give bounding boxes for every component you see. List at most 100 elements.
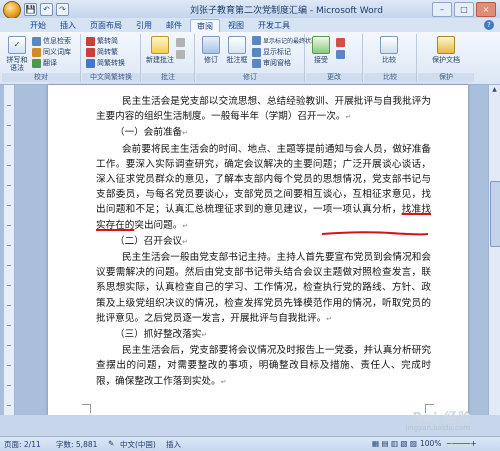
paragraph-text: 民主生活会是党支部以交流思想、总结经验教训、开展批评与自我批评为主要内容的组织生… [96, 96, 431, 123]
language-indicator[interactable]: 中文(中国) [120, 439, 156, 450]
paragraph-text: 会前要将民主生活会的时间、地点、主题等提前通知与会人员，做好准备工作。要深入实际… [96, 143, 431, 216]
tab-insert[interactable]: 插入 [54, 19, 82, 33]
compare-label: 比较 [382, 56, 396, 64]
paragraph: 会前要将民主生活会的时间、地点、主题等提前通知与会人员，做好准备工作。要深入实际… [96, 143, 432, 231]
maximize-button[interactable]: □ [454, 2, 474, 17]
group-protect: 保护文档 保护 [418, 34, 474, 82]
paragraph: 民主生活会一般由党支部书记主持。主持人首先要宣布党员到会情况和会议要需解决的问题… [96, 252, 431, 324]
translate-button[interactable]: 翻译 [32, 58, 57, 68]
status-bar: 页面: 2/11 字数: 5,881 ✎ 中文(中国) 插入 ▦ ▤ ▥ ▧ ▨… [0, 436, 500, 451]
reviewing-pane-button[interactable]: 审阅窗格 [252, 58, 291, 68]
close-button[interactable]: × [476, 2, 496, 17]
title-bar: 💾 ↶ ↷ 刘张子教育第二次党制度汇编 - Microsoft Word – □… [0, 0, 500, 19]
redo-icon[interactable]: ↷ [56, 3, 69, 16]
heading: （一）会前准备↵ [115, 127, 189, 139]
delete-comment-button[interactable] [176, 38, 185, 47]
accept-label: 接受 [314, 56, 328, 64]
vertical-ruler [4, 85, 15, 415]
balloons-button[interactable]: 批注框 [224, 36, 250, 64]
reject-button[interactable] [336, 38, 345, 47]
proofing-status-icon[interactable]: ✎ [108, 439, 114, 448]
vertical-scrollbar[interactable]: ▲ [488, 85, 500, 415]
group-label-proofing: 校对 [2, 73, 80, 82]
prev-comment-icon [176, 50, 185, 59]
group-label-tracking: 修订 [196, 73, 304, 82]
tab-page-layout[interactable]: 页面布局 [84, 19, 128, 33]
heading-text: （三）抓好整改落实 [115, 329, 202, 341]
thesaurus-icon [32, 47, 41, 57]
translate-icon [32, 58, 41, 68]
word-count[interactable]: 字数: 5,881 [56, 439, 97, 450]
quick-access-toolbar: 💾 ↶ ↷ [24, 3, 69, 16]
group-label-changes: 更改 [306, 73, 362, 82]
tab-view[interactable]: 视图 [222, 19, 250, 33]
undo-icon[interactable]: ↶ [40, 3, 53, 16]
simp-to-trad-button[interactable]: 简转繁 [86, 47, 118, 57]
reject-icon [336, 38, 345, 47]
scroll-thumb[interactable] [490, 181, 500, 247]
group-tracking: 修订 批注框 显示标记的最终状态 显示标记 审阅窗格 修订 [196, 34, 317, 82]
zoom-slider[interactable]: −────+ [446, 439, 477, 448]
heading-text: （二）召开会议 [115, 235, 183, 247]
window-title: 刘张子教育第二次党制度汇编 - Microsoft Word [190, 6, 383, 16]
paragraph-text-end: 突出问题。 [134, 219, 183, 231]
paragraph: 民主生活会是党支部以交流思想、总结经验教训、开展批评与自我批评为主要内容的组织生… [96, 96, 431, 123]
thesaurus-label: 同义词库 [43, 48, 71, 56]
abc-check-icon: ✓ [8, 36, 26, 54]
insert-mode[interactable]: 插入 [166, 439, 181, 450]
reviewing-pane-icon [252, 58, 261, 68]
tab-references[interactable]: 引用 [130, 19, 158, 33]
chinese-convert-icon [86, 58, 95, 68]
view-buttons[interactable]: ▦ ▤ ▥ ▧ ▨ [372, 439, 417, 448]
tab-developer[interactable]: 开发工具 [252, 19, 296, 33]
page-count[interactable]: 页面: 2/11 [4, 439, 41, 450]
trad-to-simp-icon [86, 36, 95, 46]
group-compare: 比较 比较 [364, 34, 417, 82]
document-page[interactable]: 民主生活会是党支部以交流思想、总结经验教训、开展批评与自我批评为主要内容的组织生… [48, 85, 468, 415]
accept-button[interactable]: 接受 [308, 36, 334, 64]
minimize-button[interactable]: – [432, 2, 452, 17]
help-icon[interactable]: ? [484, 20, 494, 30]
track-changes-label: 修订 [204, 56, 218, 64]
research-icon [32, 36, 41, 46]
compare-button[interactable]: 比较 [376, 36, 402, 64]
group-comments: 新建批注 批注 [142, 34, 195, 82]
simp-to-trad-label: 简转繁 [97, 48, 118, 56]
paragraph-text: 民主生活会一般由党支部书记主持。主持人首先要宣布党员到会情况和会议要需解决的问题… [96, 252, 431, 324]
track-changes-button[interactable]: 修订 [198, 36, 224, 64]
chinese-convert-button[interactable]: 简繁转换 [86, 58, 125, 68]
tab-mailings[interactable]: 邮件 [160, 19, 188, 33]
group-label-chinese: 中文简繁转换 [82, 73, 140, 82]
group-changes: 接受 更改 [306, 34, 363, 82]
research-button[interactable]: 信息检索 [32, 36, 71, 46]
ribbon: ✓ 拼写和语法 信息检索 同义词库 翻译 校对 繁转简 简转繁 简繁转换 中文简… [0, 32, 500, 85]
new-comment-button[interactable]: 新建批注 [146, 36, 174, 64]
office-button[interactable] [3, 1, 21, 19]
spelling-grammar-button[interactable]: ✓ 拼写和语法 [4, 36, 30, 72]
save-icon[interactable]: 💾 [24, 3, 37, 16]
new-comment-icon [151, 36, 169, 54]
trad-to-simp-button[interactable]: 繁转简 [86, 36, 118, 46]
heading: （三）抓好整改落实↵ [115, 329, 208, 341]
paragraph: 民主生活会后，党支部要将会议情况及时报告上一党委，并认真分析研究查摆出的问题，对… [96, 345, 431, 387]
research-label: 信息检索 [43, 37, 71, 45]
protect-document-button[interactable]: 保护文档 [430, 36, 462, 64]
balloons-label: 批注框 [226, 56, 248, 64]
chinese-convert-label: 简繁转换 [97, 59, 125, 67]
tab-home[interactable]: 开始 [24, 19, 52, 33]
prev-comment-button[interactable] [176, 50, 185, 59]
group-proofing: ✓ 拼写和语法 信息检索 同义词库 翻译 校对 [2, 34, 81, 82]
group-label-compare: 比较 [364, 73, 416, 82]
document-body[interactable]: 民主生活会是党支部以交流思想、总结经验教训、开展批评与自我批评为主要内容的组织生… [96, 94, 431, 390]
zoom-level[interactable]: 100% [420, 439, 441, 448]
next-change-button[interactable] [336, 50, 345, 59]
heading-text: （一）会前准备 [115, 127, 183, 139]
show-markup-button[interactable]: 显示标记 [252, 47, 291, 57]
scroll-up-icon[interactable]: ▲ [489, 85, 500, 95]
balloons-icon [228, 36, 246, 54]
reviewing-pane-label: 审阅窗格 [263, 59, 291, 67]
thesaurus-button[interactable]: 同义词库 [32, 47, 71, 57]
tab-review[interactable]: 审阅 [190, 19, 220, 33]
protect-document-label: 保护文档 [432, 56, 460, 64]
red-annotation-line [321, 231, 429, 236]
